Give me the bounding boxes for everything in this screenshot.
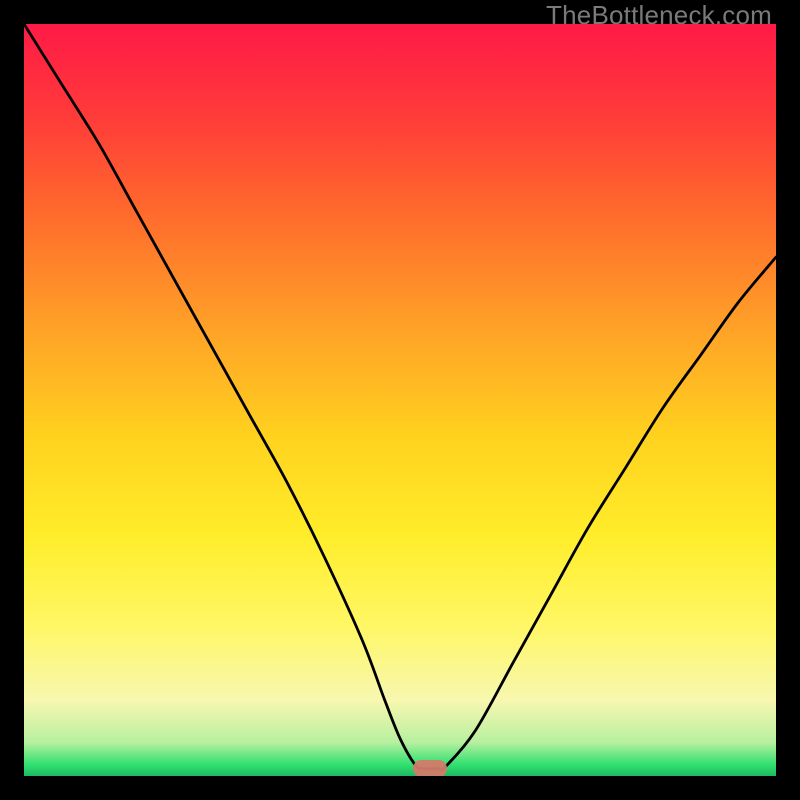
optimal-marker	[413, 760, 447, 776]
watermark-text: TheBottleneck.com	[546, 0, 772, 31]
chart-frame: TheBottleneck.com	[0, 0, 800, 800]
plot-area	[24, 24, 776, 776]
chart-svg	[24, 24, 776, 776]
gradient-background	[24, 24, 776, 776]
